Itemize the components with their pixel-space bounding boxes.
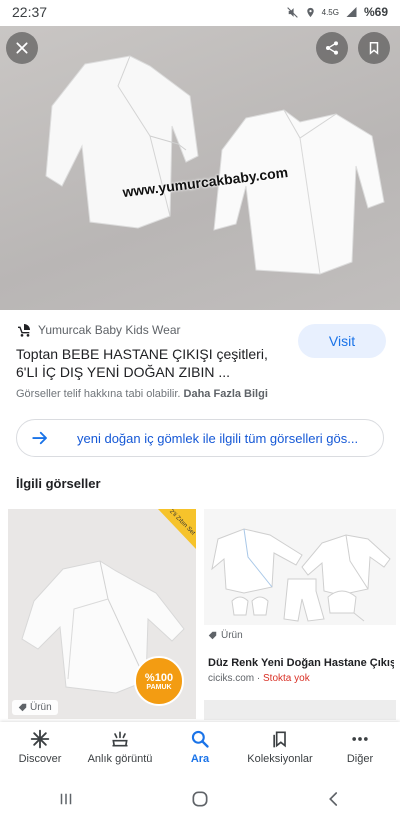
network-type: 4.5G — [321, 7, 339, 17]
see-all-images-button[interactable]: yeni doğan iç gömlek ile ilgili tüm görs… — [16, 419, 384, 457]
more-info-link[interactable]: Daha Fazla Bilgi — [184, 388, 268, 400]
more-icon — [352, 737, 368, 741]
result-image[interactable]: www.yumurcakbaby.com — [0, 26, 400, 310]
nav-more[interactable]: Diğer — [320, 722, 400, 776]
cotton-percent: %100 — [144, 671, 174, 684]
bookmark-icon — [369, 42, 379, 55]
tag-icon — [18, 703, 27, 712]
mute-icon — [286, 6, 298, 18]
save-button[interactable] — [358, 32, 390, 64]
related-heading: İlgili görseller — [16, 476, 101, 491]
result-title[interactable]: Toptan BEBE HASTANE ÇIKIŞI çeşitleri, 6'… — [16, 345, 284, 381]
related-source-2: ciciks.com · Stokta yok — [208, 673, 310, 684]
stock-status: Stokta yok — [263, 673, 310, 684]
garment-photo — [45, 55, 385, 275]
source-name: Yumurcak Baby Kids Wear — [38, 323, 181, 337]
stroller-logo-icon — [18, 324, 30, 337]
product-badge: Ürün — [12, 700, 58, 715]
product-badge-2: Ürün — [208, 630, 243, 641]
copyright-text: Görseller telif hakkına tabi olabilir. — [16, 388, 181, 400]
tag-icon — [208, 631, 217, 640]
back-icon[interactable] — [325, 790, 343, 808]
cotton-label: PAMUK — [146, 683, 172, 691]
copyright-notice: Görseller telif hakkına tabi olabilir. D… — [16, 388, 268, 400]
nav-discover[interactable]: Discover — [0, 722, 80, 776]
related-image-3[interactable] — [204, 700, 396, 720]
source-separator: · — [254, 673, 264, 684]
status-time: 22:37 — [12, 4, 48, 20]
close-button[interactable] — [6, 32, 38, 64]
arrow-right-icon — [32, 431, 47, 445]
left-garment — [45, 55, 199, 229]
system-navigation-bar — [0, 776, 400, 822]
snapshot-icon — [112, 731, 128, 747]
home-icon[interactable] — [190, 789, 210, 809]
share-icon — [326, 41, 338, 55]
badge-label: Ürün — [30, 702, 52, 713]
cotton-badge: %100 PAMUK — [134, 656, 184, 706]
status-bar: 22:37 4.5G %69 — [0, 0, 400, 26]
related-title-2[interactable]: Düz Renk Yeni Doğan Hastane Çıkışı İç... — [208, 657, 394, 669]
result-source[interactable]: Yumurcak Baby Kids Wear — [16, 322, 181, 338]
nav-label: Koleksiyonlar — [247, 753, 313, 765]
nav-label: Discover — [18, 753, 62, 765]
visit-button[interactable]: Visit — [298, 324, 386, 358]
location-icon — [306, 7, 314, 17]
right-garment — [213, 109, 385, 275]
asterisk-icon — [30, 729, 50, 749]
nav-label: Ara — [190, 753, 210, 765]
bottom-navigation: Discover Anlık görüntü Ara Koleksiyonlar… — [0, 722, 400, 776]
related-source-name: ciciks.com — [208, 673, 255, 684]
nav-snapshot[interactable]: Anlık görüntü — [80, 722, 160, 776]
share-button[interactable] — [316, 32, 348, 64]
related-garment-set — [211, 528, 391, 622]
nav-label: Diğer — [346, 753, 374, 765]
battery-level: %69 — [363, 5, 388, 19]
nav-collections[interactable]: Koleksiyonlar — [240, 722, 320, 776]
search-icon — [191, 730, 209, 748]
nav-label: Anlık görüntü — [87, 753, 153, 765]
close-icon — [16, 42, 28, 54]
signal-icon — [346, 7, 357, 17]
recent-apps-icon[interactable] — [57, 790, 75, 808]
status-icons: 4.5G %69 — [286, 5, 388, 19]
badge-label: Ürün — [221, 630, 243, 641]
see-all-text: yeni doğan iç gömlek ile ilgili tüm görs… — [77, 430, 359, 446]
collections-icon — [273, 731, 286, 748]
related-image-2[interactable] — [204, 509, 396, 625]
nav-search[interactable]: Ara — [160, 722, 240, 776]
